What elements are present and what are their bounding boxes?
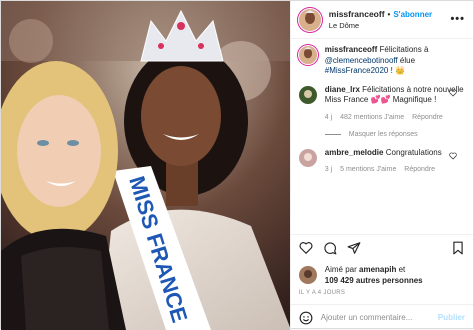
caption: missfranceoff Félicitations à @clemenceb…: [298, 45, 465, 77]
likes-text: Aimé par amenapih et 109 429 autres pers…: [325, 264, 423, 286]
comments-list: missfranceoff Félicitations à @clemenceb…: [291, 39, 473, 234]
post-date[interactable]: IL Y A 4 JOURS: [291, 290, 473, 304]
likes-summary: Aimé par amenapih et 109 429 autres pers…: [291, 260, 473, 290]
hide-replies-toggle[interactable]: Masquer les réponses: [324, 130, 465, 138]
caption-body: missfranceoff Félicitations à @clemenceb…: [325, 45, 465, 77]
comment-likes[interactable]: 5 mentions J'aime: [340, 166, 396, 173]
emoji-icon[interactable]: [299, 311, 313, 325]
comment-age[interactable]: 4 j: [325, 114, 332, 121]
comment-input[interactable]: Ajouter un commentaire...: [321, 313, 438, 322]
reply-button[interactable]: Répondre: [412, 114, 443, 121]
post-side-panel: missfranceoff • S'abonner Le Dôme ••• miss…: [289, 1, 473, 330]
liker-avatar[interactable]: [298, 266, 317, 284]
comment-avatar[interactable]: [298, 85, 317, 104]
caption-avatar[interactable]: [298, 46, 317, 64]
comment-item: ambre_melodie Congratulations 3 j 5 ment…: [298, 148, 465, 176]
action-bar: [290, 234, 473, 260]
post-header: missfranceoff • S'abonner Le Dôme •••: [290, 1, 473, 39]
location-link[interactable]: Le Dôme: [329, 20, 432, 31]
comment-meta: 3 j 5 mentions J'aime Répondre: [325, 164, 465, 175]
comment-body: ambre_melodie Congratulations 3 j 5 ment…: [325, 148, 465, 176]
comment-body: diane_lrx Félicitations à notre nouvelle…: [325, 85, 465, 123]
comment-like-heart-icon[interactable]: [449, 89, 457, 97]
comment-likes[interactable]: 482 mentions J'aime: [340, 114, 404, 121]
header-names: missfranceoff • S'abonner Le Dôme: [328, 8, 433, 31]
comment-meta: 4 j 482 mentions J'aime Répondre: [325, 112, 465, 123]
comment-icon[interactable]: [323, 241, 337, 255]
comment-username[interactable]: ambre_melodie: [325, 148, 384, 157]
caption-text-suffix: ! 👑: [388, 66, 406, 75]
more-options-icon[interactable]: •••: [450, 13, 465, 25]
caption-text-prefix: Félicitations à: [379, 45, 429, 54]
comment-username[interactable]: diane_lrx: [325, 85, 360, 94]
comment-age[interactable]: 3 j: [325, 166, 332, 173]
liked-by-count[interactable]: 109 429 autres personnes: [325, 276, 423, 285]
follow-button[interactable]: S'abonner: [393, 10, 432, 19]
reply-button[interactable]: Répondre: [404, 166, 435, 173]
comment-like-heart-icon[interactable]: [449, 152, 457, 160]
account-avatar[interactable]: [298, 8, 321, 31]
selfie-image: MISS FRANCE: [1, 1, 290, 330]
publish-button[interactable]: Publier: [438, 313, 465, 322]
liked-by-prefix: Aimé par: [324, 265, 360, 274]
caption-text-mid: élue: [397, 55, 416, 65]
caption-hashtag[interactable]: #MissFrance2020: [325, 66, 389, 75]
post-photo[interactable]: MISS FRANCE: [1, 1, 290, 330]
comment-item: diane_lrx Félicitations à notre nouvelle…: [298, 85, 465, 123]
bookmark-icon[interactable]: [451, 241, 465, 255]
caption-username[interactable]: missfranceoff: [325, 45, 377, 54]
share-icon[interactable]: [347, 241, 361, 255]
instagram-post: MISS FRANCE missfranceoff • S'abonner Le D…: [0, 0, 474, 330]
comment-avatar[interactable]: [298, 148, 317, 167]
comment-text: Congratulations: [385, 147, 442, 157]
like-heart-icon[interactable]: [299, 241, 313, 255]
account-username[interactable]: missfranceoff: [329, 9, 385, 19]
liked-by-and: et: [396, 265, 406, 274]
caption-mention[interactable]: @clemencebotinooff: [325, 56, 398, 65]
hide-replies-label: Masquer les réponses: [348, 130, 418, 138]
add-comment-bar: Ajouter un commentaire... Publier: [290, 304, 473, 330]
liked-by-user[interactable]: amenapih: [359, 265, 396, 274]
